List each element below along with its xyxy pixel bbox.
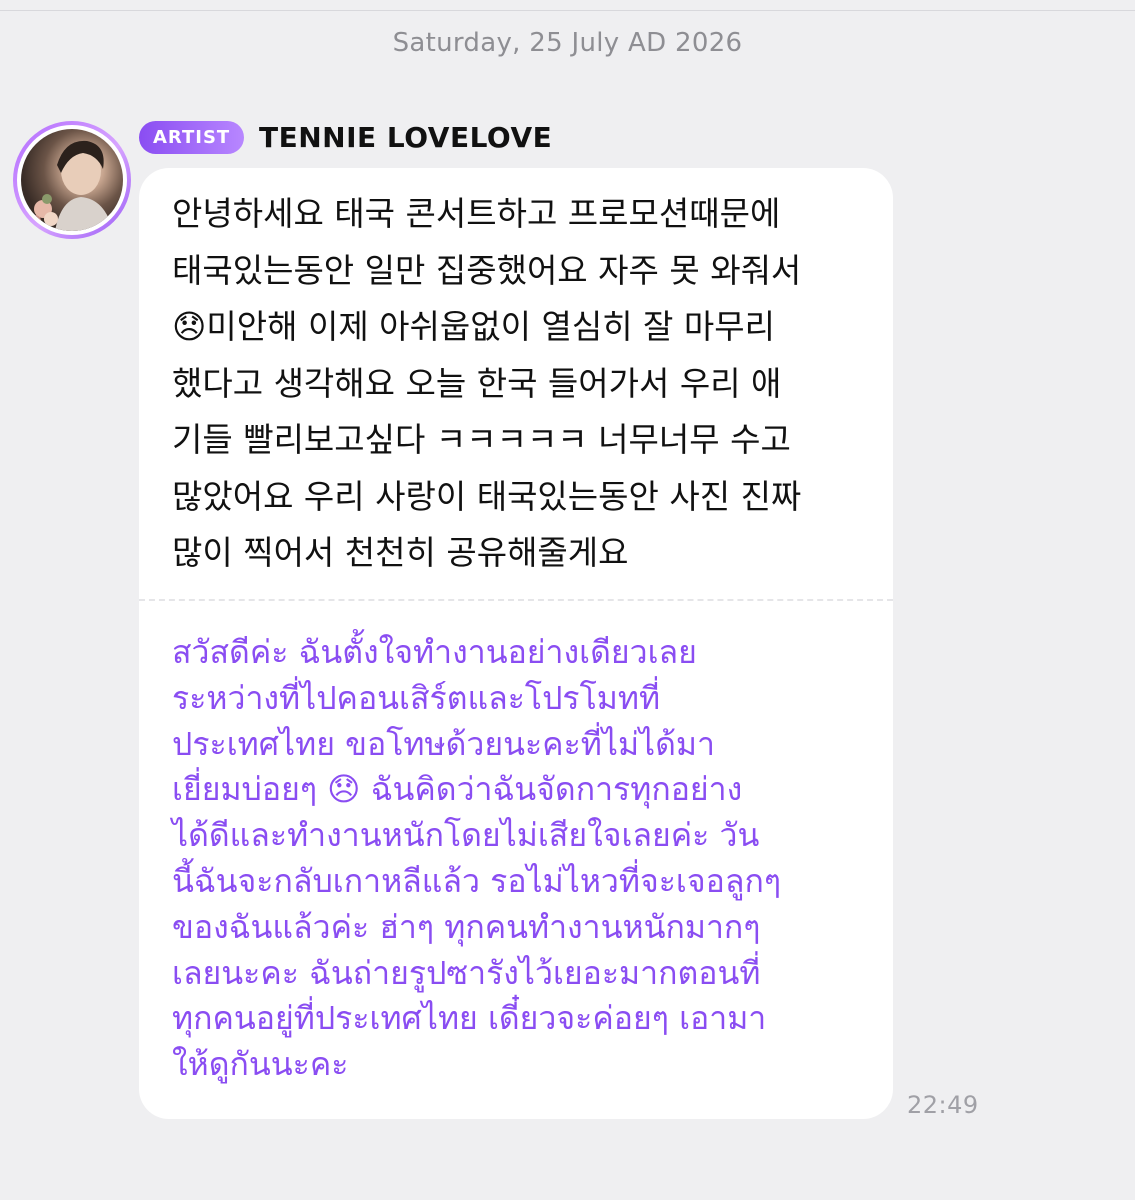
translation-divider (139, 599, 893, 601)
translation-line: ประเทศไทย ขอโทษด้วยนะคะที่ไม่ได้มา (172, 724, 715, 763)
translation-line: เลยนะคะ ฉันถ่ายรูปซารังไว้เยอะมากตอนที่ (172, 953, 761, 992)
avatar-photo-art (29, 140, 113, 231)
translation-line: นี้ฉันจะกลับเกาหลีแล้ว รอไม่ไหวที่จะเจอล… (172, 861, 781, 900)
translation-line: ให้ดูกันนะคะ (172, 1045, 349, 1084)
original-line: 많았어요 우리 사랑이 태국있는동안 사진 진짜 (172, 476, 802, 516)
message-bubble[interactable]: 안녕하세요 태국 콘서트하고 프로모션때문에태국있는동안 일만 집중했어요 자주… (139, 168, 893, 1119)
translation-line: สวัสดีค่ะ ฉันตั้งใจทำงานอย่างเดียวเลย (172, 633, 697, 671)
message-original-text: 안녕하세요 태국 콘서트하고 프로모션때문에태국있는동안 일만 집중했어요 자주… (172, 186, 872, 582)
artist-avatar[interactable] (13, 121, 131, 239)
original-line: 많이 찍어서 천천히 공유해줄게요 (172, 533, 629, 572)
original-line: 기들 빨리보고싶다 ㅋㅋㅋㅋㅋ 너무너무 수고 (172, 420, 791, 459)
translation-line: ระหว่างที่ไปคอนเสิร์ตและโปรโมทที่ (172, 678, 661, 717)
translation-line: ของฉันแล้วค่ะ ฮ่าๆ ทุกคนทำงานหนักมากๆ (172, 907, 761, 946)
top-divider (0, 10, 1135, 11)
message-timestamp: 22:49 (907, 1091, 979, 1119)
original-line: 태국있는동안 일만 집중했어요 자주 못 와줘서 (172, 250, 802, 290)
original-line: 했다고 생각해요 오늘 한국 들어가서 우리 애 (172, 363, 782, 403)
translation-line: เยี่ยมบ่อยๆ 😞 ฉันคิดว่าฉันจัดการทุกอย่าง (172, 770, 743, 809)
original-line: 안녕하세요 태국 콘서트하고 프로모션때문에 (172, 194, 781, 233)
avatar-photo (21, 129, 123, 231)
original-line: 😞미안해 이제 아쉬웁없이 열심히 잘 마무리 (172, 307, 775, 346)
translation-line: ได้ดีและทำงานหนักโดยไม่เสียใจเลยค่ะ วัน (172, 816, 760, 855)
message-translation-text: สวัสดีค่ะ ฉันตั้งใจทำงานอย่างเดียวเลยระห… (172, 630, 882, 1088)
translation-line: ทุกคนอยู่ที่ประเทศไทย เดี๋ยวจะค่อยๆ เอาม… (172, 999, 767, 1038)
artist-badge: ARTIST (139, 121, 245, 154)
avatar-ring (17, 125, 127, 235)
date-separator: Saturday, 25 July AD 2026 (392, 28, 743, 58)
sender-name[interactable]: TENNIE LOVELOVE (259, 120, 552, 156)
